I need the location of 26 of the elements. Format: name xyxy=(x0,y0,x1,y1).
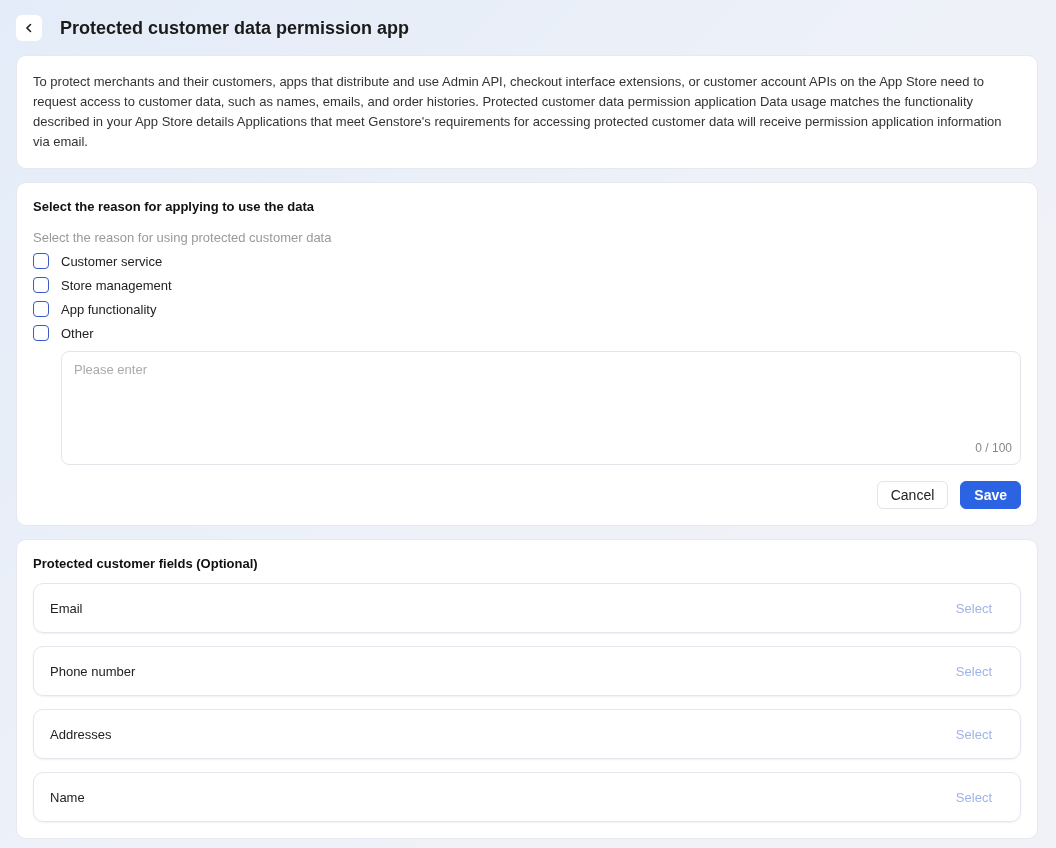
back-chevron-icon xyxy=(24,23,34,33)
cancel-button[interactable]: Cancel xyxy=(876,481,949,509)
select-link[interactable]: Select xyxy=(955,726,992,742)
section-title: Select the reason for applying to use the data xyxy=(33,199,315,214)
character-counter: 0 / 100 xyxy=(975,441,1012,455)
select-link[interactable]: Select xyxy=(955,789,992,805)
checkbox-label: App functionality xyxy=(61,301,157,317)
section-title: Protected customer fields (Optional) xyxy=(33,556,259,571)
checkbox[interactable] xyxy=(33,325,49,341)
intro-text: To protect merchants and their customers, apps that distribute and use Admin API, checkout interface extensions, or customer account APIs on the App Store need to request access to customer data, such as names, emails, and order histories. Protected customer data permission application Data usage matches the functionality described in your App Store details Applications that meet Genstore's requirements for accessing protected customer data will receive permission application information via email. xyxy=(33,73,1003,151)
checkbox[interactable] xyxy=(33,253,49,269)
hint-text: Select the reason for using protected customer data xyxy=(33,230,333,245)
field-label: Addresses xyxy=(50,726,112,742)
select-link[interactable]: Select xyxy=(955,600,992,616)
checkbox[interactable] xyxy=(33,277,49,293)
field-label: Phone number xyxy=(50,663,136,679)
back-button[interactable] xyxy=(16,15,42,41)
checkbox[interactable] xyxy=(33,301,49,317)
field-label: Name xyxy=(50,789,85,805)
checkbox-label: Store management xyxy=(61,277,172,293)
select-link[interactable]: Select xyxy=(955,663,992,679)
page-title: Protected customer data permission app xyxy=(60,17,410,39)
checkbox-label: Customer service xyxy=(61,253,163,269)
save-button[interactable]: Save xyxy=(960,481,1021,509)
checkbox-label: Other xyxy=(61,325,94,341)
field-label: Email xyxy=(50,600,83,616)
